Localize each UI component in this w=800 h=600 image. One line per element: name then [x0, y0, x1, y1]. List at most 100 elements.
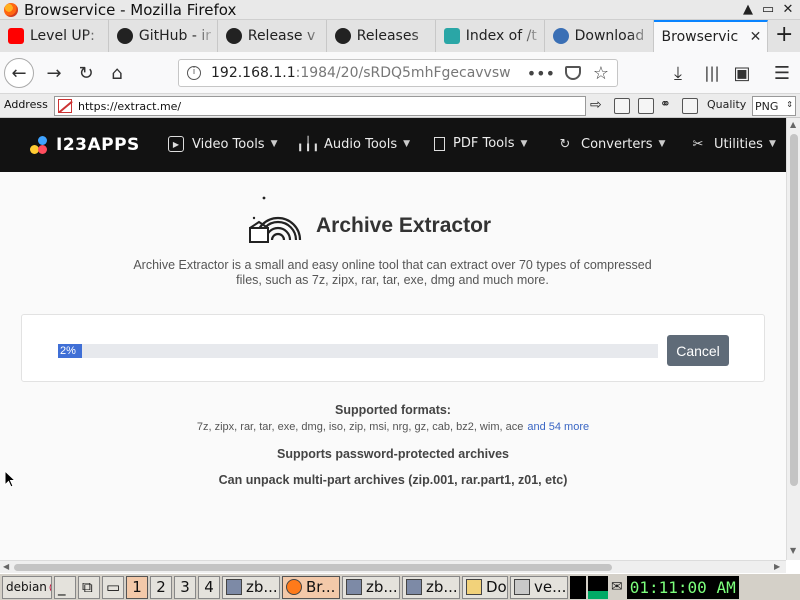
- new-tab-button[interactable]: +: [768, 20, 800, 52]
- taskbar-app-1[interactable]: zb...: [222, 575, 280, 599]
- home-button[interactable]: ⌂: [103, 59, 131, 87]
- page-viewport: I23APPS ▶ Video Tools ▼ ╻╽╻ Audio Tools ▼ …: [0, 118, 786, 560]
- library-icon: |||: [704, 64, 720, 82]
- chevron-down-icon: ▼: [768, 139, 776, 149]
- back-button[interactable]: ←: [4, 58, 34, 88]
- more-formats-link[interactable]: and 54 more: [527, 421, 589, 433]
- horizontal-scroll-thumb[interactable]: [14, 564, 612, 571]
- url-bar[interactable]: i 192.168.1.1:1984/20/sRDQ5mhFgecavvswia…: [178, 59, 618, 87]
- terminal-icon: [406, 579, 422, 595]
- network-monitor-icon: [588, 575, 608, 599]
- mouse-cursor-icon: [4, 470, 16, 488]
- taskbar-app-5[interactable]: Do...: [462, 575, 508, 599]
- clipboard-icon[interactable]: [638, 98, 654, 114]
- menu-pdf-tools[interactable]: PDF Tools ▼: [434, 136, 527, 151]
- firefox-logo-icon: [4, 2, 18, 17]
- terminal-launcher[interactable]: ▭: [102, 575, 124, 599]
- cancel-button[interactable]: Cancel: [667, 335, 729, 366]
- minimize-button[interactable]: ▲: [740, 2, 756, 18]
- menu-converters[interactable]: ↻ Converters ▼: [557, 136, 666, 152]
- taskbar-app-6[interactable]: ve...: [510, 575, 568, 599]
- hamburger-menu-icon: ☰: [773, 62, 791, 84]
- desktop-1-button[interactable]: 1: [126, 575, 148, 599]
- reload-button[interactable]: ↻: [72, 59, 100, 87]
- address-field[interactable]: https://extract.me/: [54, 96, 586, 116]
- site-logo[interactable]: I23APPS: [30, 135, 140, 155]
- horizontal-scrollbar[interactable]: ◀ ▶: [0, 560, 786, 573]
- github-icon: [334, 28, 351, 44]
- scroll-down-icon[interactable]: ▼: [790, 546, 796, 555]
- show-desktop-button[interactable]: _: [54, 575, 76, 599]
- chevron-down-icon: ▼: [270, 139, 278, 149]
- sidebar-icon: ▣: [733, 62, 751, 84]
- chevron-down-icon: ▼: [658, 139, 666, 149]
- quality-select[interactable]: PNG ⇕: [752, 96, 796, 116]
- window-list-button[interactable]: ⧉: [78, 575, 100, 599]
- reload-icon: ↻: [78, 62, 94, 84]
- menu-button[interactable]: ☰: [768, 59, 796, 87]
- page-icon: [443, 28, 460, 44]
- arrow-left-icon: ←: [11, 62, 27, 84]
- window-icon: [514, 579, 530, 595]
- github-icon: [225, 28, 242, 44]
- archive-extractor-icon: [249, 196, 302, 243]
- tab-release[interactable]: Release v: [218, 20, 327, 52]
- menu-video-tools[interactable]: ▶ Video Tools ▼: [168, 136, 278, 152]
- address-value[interactable]: https://extract.me/: [78, 100, 181, 113]
- scroll-up-icon[interactable]: ▲: [790, 120, 796, 129]
- convert-icon: ↻: [559, 136, 571, 152]
- tab-download[interactable]: Download: [545, 20, 654, 52]
- vertical-scroll-thumb[interactable]: [790, 134, 798, 486]
- desktop-4-button[interactable]: 4: [198, 575, 220, 599]
- cpu-monitor-icon: [570, 575, 586, 599]
- tab-index-of[interactable]: Index of /t: [436, 20, 545, 52]
- url-text[interactable]: 192.168.1.1:1984/20/sRDQ5mhFgecavvswia: [211, 65, 511, 81]
- firefox-icon: [286, 579, 302, 595]
- site-info-icon[interactable]: i: [187, 66, 201, 80]
- progress-card: 2% Cancel: [21, 314, 765, 382]
- zoom-icon[interactable]: [682, 98, 698, 114]
- desktop-3-button[interactable]: 3: [174, 575, 196, 599]
- play-icon: ▶: [168, 136, 184, 152]
- terminal-icon: [226, 579, 242, 595]
- tab-github[interactable]: GitHub - ir: [109, 20, 218, 52]
- home-icon: ⌂: [111, 62, 123, 84]
- taskbar-app-3[interactable]: zb...: [342, 575, 400, 599]
- desktop-2-button[interactable]: 2: [150, 575, 172, 599]
- page-actions-icon[interactable]: •••: [527, 64, 555, 83]
- clock: 01:11:00 AM: [626, 575, 739, 599]
- close-window-button[interactable]: ✕: [780, 2, 796, 18]
- scroll-right-icon[interactable]: ▶: [774, 562, 780, 571]
- tab-browservice[interactable]: Browservic ✕: [653, 20, 769, 52]
- close-tab-icon[interactable]: ✕: [750, 29, 762, 45]
- formats-list: 7z, zipx, rar, tar, exe, dmg, iso, zip, …: [196, 421, 590, 433]
- address-label: Address: [4, 98, 48, 111]
- menu-utilities[interactable]: ✂ Utilities ▼: [690, 136, 776, 152]
- scroll-left-icon[interactable]: ◀: [3, 562, 9, 571]
- downloads-button[interactable]: ⤓: [664, 59, 692, 87]
- bookmark-star-icon[interactable]: ☆: [593, 63, 609, 84]
- minimize-all-icon: _: [58, 578, 66, 596]
- find-binoculars-icon[interactable]: ⚭: [660, 98, 676, 114]
- library-button[interactable]: |||: [698, 59, 726, 87]
- tab-bar: Level UP: GitHub - ir Release v Releases…: [0, 20, 800, 52]
- tab-level-up[interactable]: Level UP:: [0, 20, 109, 52]
- insecure-icon: [58, 99, 72, 113]
- menu-audio-tools[interactable]: ╻╽╻ Audio Tools ▼: [296, 136, 410, 152]
- sidebar-button[interactable]: ▣: [728, 59, 756, 87]
- youtube-icon: [8, 28, 24, 44]
- taskbar-app-4[interactable]: zb...: [402, 575, 460, 599]
- vertical-scrollbar[interactable]: ▲ ▼: [786, 118, 800, 560]
- bookmark-icon[interactable]: [614, 98, 630, 114]
- mail-icon[interactable]: ✉: [611, 579, 623, 595]
- password-feature-text: Supports password-protected archives: [276, 447, 509, 461]
- taskbar-app-2[interactable]: Br...: [282, 575, 340, 599]
- maximize-button[interactable]: ▭: [760, 2, 776, 18]
- start-menu-button[interactable]: debian@: [2, 575, 52, 599]
- pocket-icon[interactable]: [565, 66, 581, 80]
- go-arrow-icon[interactable]: ⇨: [590, 98, 606, 114]
- navigation-toolbar: ← → ↻ ⌂ i 192.168.1.1:1984/20/sRDQ5mhFge…: [0, 52, 800, 94]
- forward-button[interactable]: →: [40, 59, 68, 87]
- debian-swirl-icon: @: [49, 580, 51, 594]
- tab-releases[interactable]: Releases: [327, 20, 436, 52]
